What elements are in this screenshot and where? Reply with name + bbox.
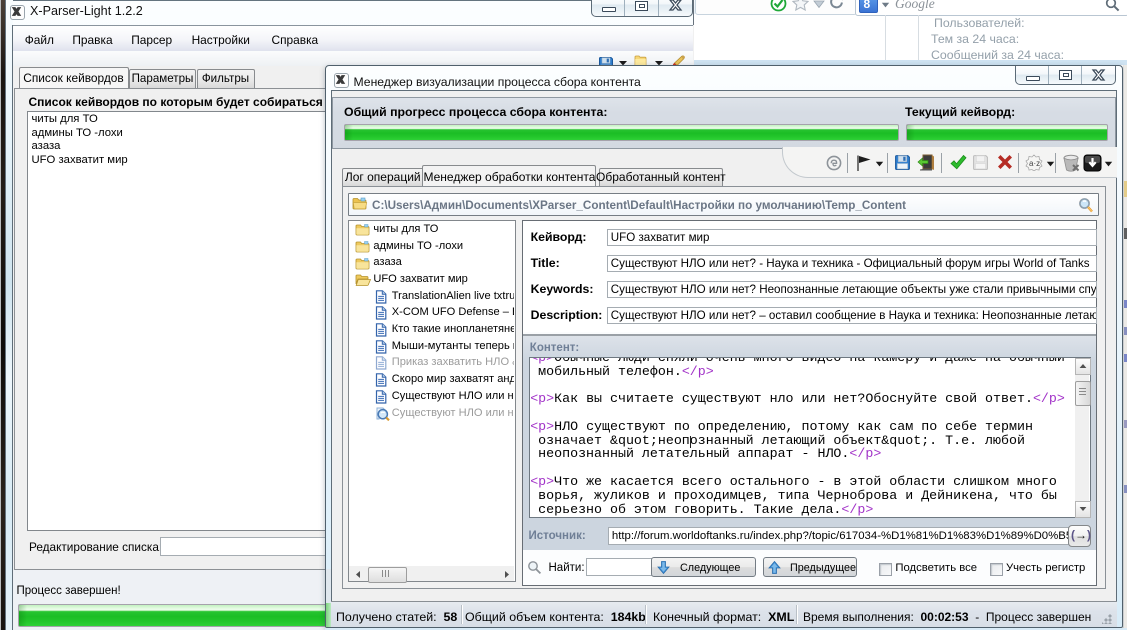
svg-text:a·z: a·z [1029,159,1040,168]
